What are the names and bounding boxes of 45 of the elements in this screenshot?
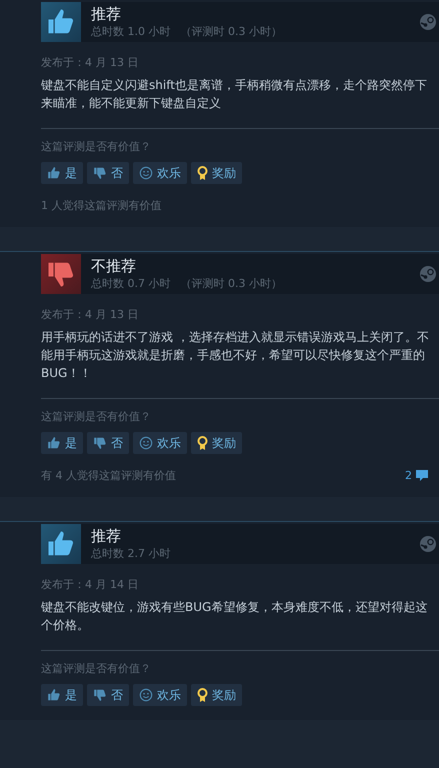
- award-icon: [197, 688, 208, 702]
- smiley-icon: [139, 166, 153, 180]
- no-button[interactable]: 否: [87, 162, 129, 184]
- post-date: 发布于：4 月 13 日: [41, 307, 140, 322]
- playtime: 总时数 2.7 小时: [91, 546, 170, 561]
- review-text: 用手柄玩的话进不了游戏 ，选择存档进入就显示错误游戏马上关闭了。不能用手柄玩这游戏就是折磨，手感也不好，希望可以尽快修复这个严重的BUG！！: [41, 329, 430, 382]
- playtime: 总时数 1.0 小时: [91, 24, 170, 39]
- yes-button[interactable]: 是: [41, 432, 83, 454]
- funny-button[interactable]: 欢乐: [133, 684, 187, 706]
- funny-button[interactable]: 欢乐: [133, 162, 187, 184]
- review-text: 键盘不能自定义闪避shift也是离谱，手柄稍微有点漂移，走个路突然停下来瞄准，能不能更新下键盘自定义: [41, 77, 428, 112]
- helpful-question: 这篇评测是否有价值？: [41, 409, 152, 424]
- yes-button[interactable]: 是: [41, 162, 83, 184]
- review-time: （评测时 0.3 小时）: [180, 24, 282, 39]
- smiley-icon: [139, 436, 153, 450]
- yes-button[interactable]: 是: [41, 684, 83, 706]
- thumbs-down-icon: [93, 688, 107, 702]
- smiley-icon: [139, 688, 153, 702]
- thumbs-up-icon: [47, 688, 61, 702]
- post-date: 发布于：4 月 13 日: [41, 55, 140, 70]
- thumbs-up-icon: [47, 436, 61, 450]
- review-verdict: 推荐: [91, 5, 122, 24]
- playtime: 总时数 0.7 小时: [91, 276, 170, 291]
- thumbs-down-icon: [93, 436, 107, 450]
- award-button[interactable]: 奖励: [191, 432, 242, 454]
- helpful-question: 这篇评测是否有价值？: [41, 139, 152, 154]
- post-date: 发布于：4 月 14 日: [41, 577, 140, 592]
- review-verdict: 不推荐: [91, 257, 137, 276]
- review-time: （评测时 0.3 小时）: [180, 276, 282, 291]
- award-icon: [197, 166, 208, 180]
- helpful-question: 这篇评测是否有价值？: [41, 661, 152, 676]
- speech-bubble-icon: [415, 469, 429, 482]
- helpful-count: 有 4 人觉得这篇评测有价值: [41, 468, 176, 483]
- review-verdict: 推荐: [91, 527, 122, 546]
- award-icon: [197, 436, 208, 450]
- comments-link[interactable]: 2: [405, 469, 429, 482]
- thumbs-up-icon: [47, 166, 61, 180]
- helpful-count: 1 人觉得这篇评测有价值: [41, 198, 162, 213]
- award-button[interactable]: 奖励: [191, 684, 242, 706]
- review-text: 键盘不能改键位，游戏有些BUG希望修复，本身难度不低，还望对得起这个价格。: [41, 599, 428, 634]
- no-button[interactable]: 否: [87, 684, 129, 706]
- thumbs-down-icon: [93, 166, 107, 180]
- no-button[interactable]: 否: [87, 432, 129, 454]
- funny-button[interactable]: 欢乐: [133, 432, 187, 454]
- award-button[interactable]: 奖励: [191, 162, 242, 184]
